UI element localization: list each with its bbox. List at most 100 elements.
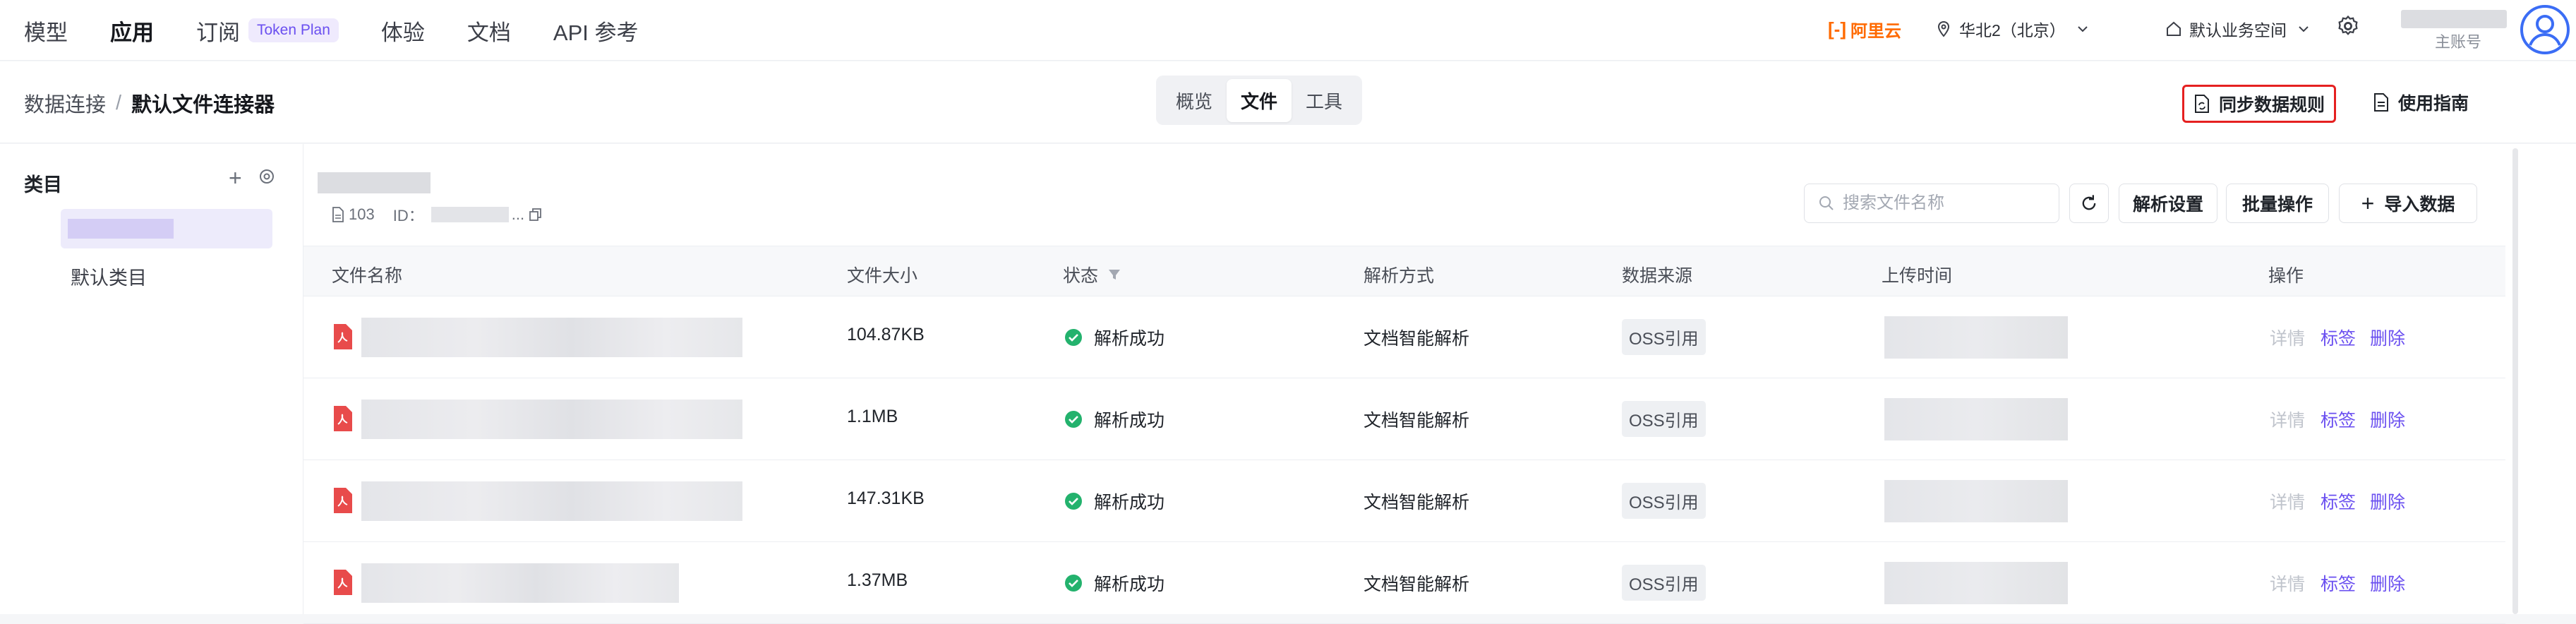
file-size: 104.87KB — [847, 325, 925, 344]
file-name-redacted[interactable] — [361, 400, 742, 439]
account-role: 主账号 — [2435, 33, 2482, 51]
column-parse-method: 解析方式 — [1364, 266, 1435, 286]
pdf-file-icon — [334, 570, 352, 595]
delete-link[interactable]: 删除 — [2370, 488, 2405, 514]
nav-item-subscription[interactable]: 订阅 Token Plan — [196, 15, 339, 47]
category-sidebar: 类目 + 默认类目 — [0, 144, 303, 614]
breadcrumb-parent-link[interactable]: 数据连接 — [24, 88, 106, 118]
tab-files[interactable]: 文件 — [1227, 78, 1292, 122]
sync-data-rules-button[interactable]: 同步数据规则 — [2182, 85, 2336, 123]
top-right-tools: [-] 阿里云 华北2（北京） 默认业务空间 主账号 — [1828, 0, 2576, 61]
file-search-box[interactable] — [1804, 184, 2059, 223]
workspace-selector[interactable]: 默认业务空间 — [2165, 17, 2311, 41]
selected-category-redacted[interactable] — [61, 209, 272, 248]
breadcrumb: 数据连接 / 默认文件连接器 — [24, 88, 275, 118]
region-selector[interactable]: 华北2（北京） — [1935, 17, 2090, 41]
user-guide-button[interactable]: 使用指南 — [2373, 90, 2469, 115]
location-icon — [1937, 20, 1950, 37]
status-cell: 解析成功 — [1064, 488, 1164, 514]
delete-link[interactable]: 删除 — [2370, 407, 2405, 432]
parse-settings-button[interactable]: 解析设置 — [2119, 184, 2217, 223]
upload-time-redacted — [1884, 562, 2068, 604]
file-count-icon — [332, 207, 344, 222]
success-check-icon — [1065, 575, 1082, 592]
tab-overview[interactable]: 概览 — [1162, 79, 1227, 122]
redacted-category-name — [68, 219, 174, 239]
document-icon — [2374, 93, 2388, 112]
column-actions: 操作 — [2268, 266, 2304, 286]
file-search-input[interactable] — [1841, 193, 2042, 214]
table-row: 147.31KB 解析成功 文档智能解析 OSS引用 详情 标签 删除 — [303, 460, 2505, 542]
table-header: 文件名称 文件大小 状态 解析方式 数据来源 上传时间 操作 — [303, 246, 2505, 296]
table-row: 1.1MB 解析成功 文档智能解析 OSS引用 详情 标签 删除 — [303, 378, 2505, 460]
import-data-button[interactable]: + 导入数据 — [2339, 184, 2477, 223]
nav-item-experience[interactable]: 体验 — [381, 15, 425, 47]
delete-link[interactable]: 删除 — [2370, 570, 2405, 596]
delete-link[interactable]: 删除 — [2370, 325, 2405, 350]
tag-link[interactable]: 标签 — [2321, 325, 2356, 350]
batch-operations-button[interactable]: 批量操作 — [2226, 184, 2329, 223]
column-status: 状态 — [1063, 262, 1122, 287]
breadcrumb-separator: / — [116, 91, 122, 114]
tag-link[interactable]: 标签 — [2321, 407, 2356, 432]
status-cell: 解析成功 — [1064, 570, 1164, 596]
settings-gear-icon[interactable] — [2336, 14, 2360, 42]
success-check-icon — [1065, 493, 1082, 510]
filter-icon[interactable] — [1107, 267, 1122, 282]
file-name-redacted[interactable] — [361, 318, 742, 357]
nav-item-docs[interactable]: 文档 — [467, 15, 511, 47]
vertical-scrollbar[interactable] — [2512, 148, 2518, 614]
token-plan-badge: Token Plan — [248, 18, 339, 42]
top-navigation-bar: 模型 应用 订阅 Token Plan 体验 文档 API 参考 [-] 阿里云… — [0, 0, 2576, 61]
status-cell: 解析成功 — [1064, 325, 1164, 350]
column-data-source: 数据来源 — [1622, 266, 1693, 286]
tag-link[interactable]: 标签 — [2321, 488, 2356, 514]
source-tag: OSS引用 — [1622, 565, 1706, 601]
pdf-file-icon — [334, 406, 352, 431]
source-tag: OSS引用 — [1622, 319, 1706, 355]
status-cell: 解析成功 — [1064, 407, 1164, 432]
source-tag: OSS引用 — [1622, 483, 1706, 519]
page-header: 数据连接 / 默认文件连接器 概览 文件 工具 同步数据规则 使用指南 — [0, 61, 2576, 143]
aliyun-logo[interactable]: [-] 阿里云 — [1828, 17, 1901, 42]
view-tabs: 概览 文件 工具 — [1156, 76, 1362, 125]
nav-item-apps[interactable]: 应用 — [110, 15, 154, 47]
success-check-icon — [1065, 411, 1082, 428]
column-file-name: 文件名称 — [332, 266, 403, 286]
user-avatar-icon[interactable] — [2520, 4, 2570, 59]
column-upload-time: 上传时间 — [1882, 266, 1953, 286]
id-value-redacted — [431, 207, 509, 222]
tag-link[interactable]: 标签 — [2321, 570, 2356, 596]
upload-time-redacted — [1884, 398, 2068, 440]
detail-link[interactable]: 详情 — [2270, 488, 2305, 514]
main-nav: 模型 应用 订阅 Token Plan 体验 文档 API 参考 — [24, 0, 681, 61]
parse-method: 文档智能解析 — [1364, 493, 1470, 512]
category-settings-icon[interactable] — [258, 168, 275, 188]
table-row: 1.37MB 解析成功 文档智能解析 OSS引用 详情 标签 删除 — [303, 542, 2505, 624]
column-file-size: 文件大小 — [847, 266, 918, 286]
add-category-plus-icon[interactable]: + — [229, 165, 242, 191]
tab-tools[interactable]: 工具 — [1292, 79, 1356, 122]
nav-item-models[interactable]: 模型 — [24, 15, 68, 47]
refresh-button[interactable] — [2069, 184, 2109, 223]
connector-title-redacted — [318, 172, 431, 193]
file-name-redacted[interactable] — [361, 563, 679, 603]
chevron-down-icon — [2299, 26, 2309, 32]
account-name-redacted — [2401, 10, 2507, 28]
breadcrumb-current: 默认文件连接器 — [131, 94, 275, 116]
refresh-icon — [2082, 195, 2096, 210]
parse-method: 文档智能解析 — [1364, 329, 1470, 349]
category-item-default[interactable]: 默认类目 — [71, 263, 147, 290]
file-count: 103 — [349, 205, 375, 223]
document-sync-icon — [2194, 95, 2209, 113]
detail-link[interactable]: 详情 — [2270, 407, 2305, 432]
table-row: 104.87KB 解析成功 文档智能解析 OSS引用 详情 标签 删除 — [303, 296, 2505, 378]
success-check-icon — [1065, 329, 1082, 346]
detail-link[interactable]: 详情 — [2270, 325, 2305, 350]
file-name-redacted[interactable] — [361, 481, 742, 521]
copy-icon[interactable] — [529, 208, 543, 222]
detail-link[interactable]: 详情 — [2270, 570, 2305, 596]
nav-item-api-reference[interactable]: API 参考 — [553, 15, 639, 47]
file-size: 1.1MB — [847, 407, 898, 426]
file-list-panel: 103 ID： ... 解析设置 批量操作 + 导入数据 文件名称 文件大小 状… — [303, 144, 2576, 624]
